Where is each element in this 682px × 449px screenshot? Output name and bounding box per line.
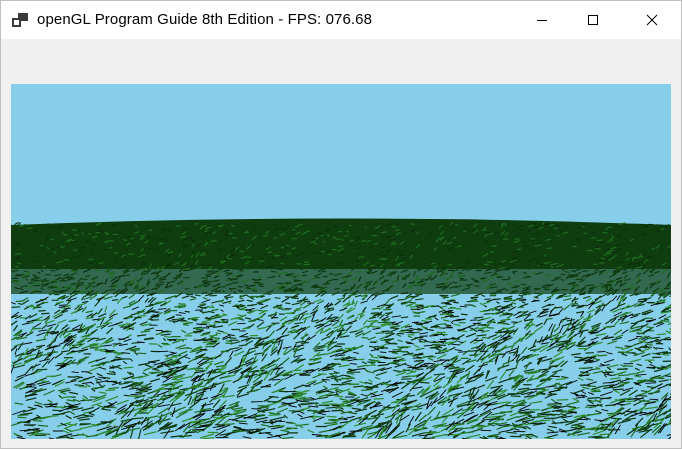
maximize-button[interactable] — [570, 1, 616, 39]
close-icon — [646, 14, 658, 26]
window-title: openGL Program Guide 8th Edition - FPS: … — [37, 11, 373, 28]
client-area — [1, 39, 681, 448]
maximize-icon — [588, 15, 598, 25]
grass-scene — [11, 84, 671, 439]
minimize-icon — [537, 20, 547, 21]
app-window: openGL Program Guide 8th Edition - FPS: … — [0, 0, 682, 449]
minimize-button[interactable] — [519, 1, 565, 39]
app-window-icon — [12, 13, 28, 27]
close-button[interactable] — [629, 1, 675, 39]
opengl-viewport[interactable] — [11, 84, 671, 439]
title-bar[interactable]: openGL Program Guide 8th Edition - FPS: … — [1, 1, 681, 39]
